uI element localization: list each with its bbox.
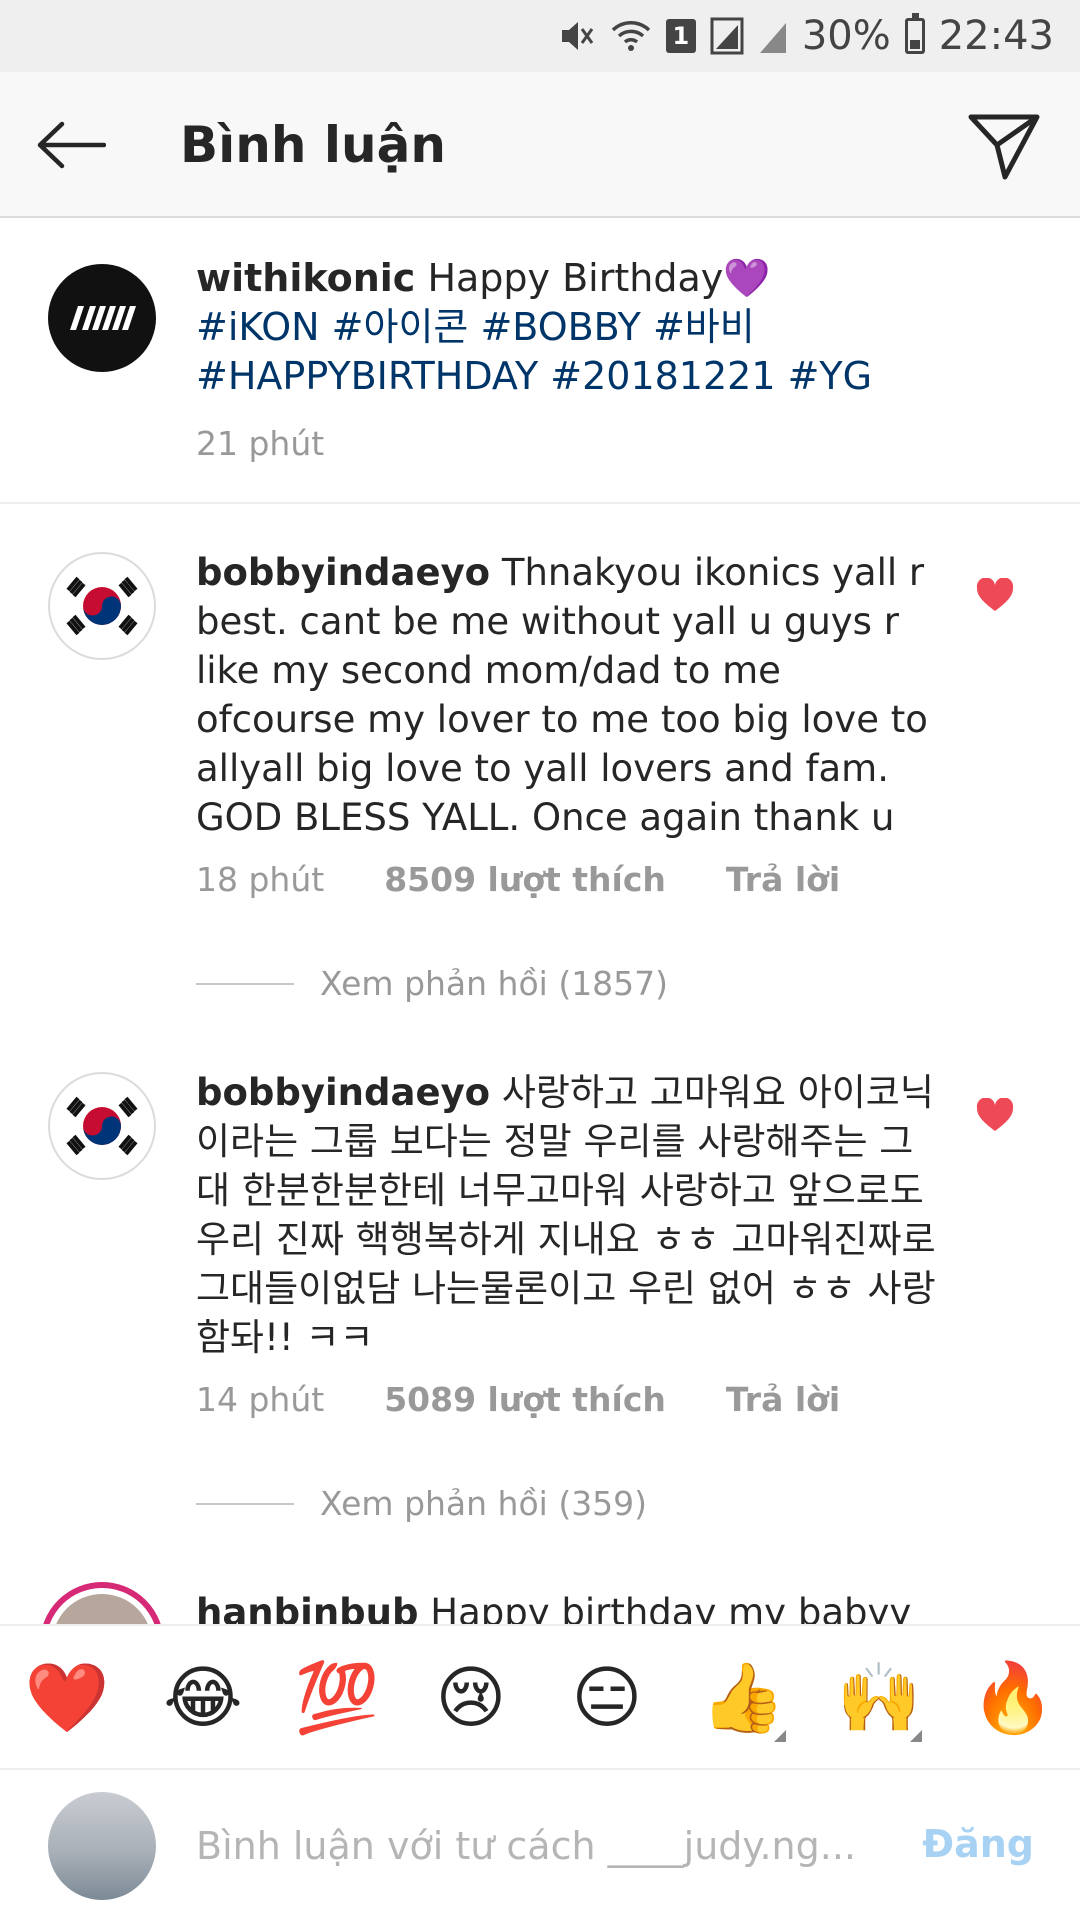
- comment-meta: 18 phút 8509 lượt thích Trả lời: [196, 860, 840, 899]
- divider: [196, 982, 294, 985]
- emoji-raised-hands: 🙌: [836, 1659, 922, 1738]
- comments-screen: 1 30% 22:43 Bình luận withikonic Happy B…: [0, 0, 1080, 1920]
- comment-message: 사랑하고 고마워요 아이코닉 이라는 그룹 보다는 정말 우리를 사랑해주는 그…: [196, 1071, 936, 1359]
- comment-body: bobbyindaeyo 사랑하고 고마워요 아이코닉 이라는 그룹 보다는 정…: [196, 1068, 936, 1362]
- skin-tone-indicator: [774, 1730, 786, 1742]
- clock: 22:43: [938, 13, 1054, 59]
- comment-input-bar: Đăng: [0, 1772, 1080, 1920]
- signal-icon: [710, 17, 744, 55]
- comment-body: bobbyindaeyo Thnakyou ikonics yall r bes…: [196, 548, 936, 842]
- emoji-thumbs-up: 👍: [700, 1659, 786, 1738]
- share-button[interactable]: [964, 108, 1044, 184]
- post-button[interactable]: Đăng: [922, 1822, 1034, 1866]
- page-title: Bình luận: [180, 116, 446, 174]
- wifi-icon: [610, 18, 652, 54]
- korea-flag-icon: [66, 1096, 138, 1156]
- emoji-hundred-button[interactable]: 💯: [294, 1656, 380, 1742]
- signal-icon-2: [758, 17, 788, 55]
- status-bar: 1 30% 22:43: [0, 0, 1080, 72]
- caption-timestamp: 21 phút: [196, 424, 325, 463]
- emoji-quick-bar: ❤️ 😂 💯 😢 😑 👍 🙌 🔥: [0, 1624, 1080, 1770]
- view-replies-button[interactable]: Xem phản hồi (1857): [196, 964, 668, 1003]
- caption-body: withikonic Happy Birthday💜 #iKON #아이콘 #B…: [196, 254, 996, 401]
- post-caption: withikonic Happy Birthday💜 #iKON #아이콘 #B…: [0, 220, 1080, 504]
- emoji-cry-button[interactable]: 😢: [428, 1656, 514, 1742]
- back-arrow-icon: [37, 121, 106, 169]
- reply-button[interactable]: Trả lời: [726, 1380, 840, 1419]
- comment-timestamp: 18 phút: [196, 860, 325, 899]
- avatar[interactable]: [48, 264, 156, 372]
- korea-flag-icon: [66, 576, 138, 636]
- emoji-expressionless-button[interactable]: 😑: [564, 1656, 650, 1742]
- likes-count[interactable]: 8509 lượt thích: [384, 860, 666, 899]
- view-replies-label: Xem phản hồi (1857): [320, 964, 669, 1003]
- liked-heart-icon[interactable]: [976, 1098, 1014, 1132]
- caption-username[interactable]: withikonic: [196, 256, 415, 300]
- sim-icon: 1: [665, 19, 696, 53]
- emoji-laugh-button[interactable]: 😂: [160, 1656, 246, 1742]
- likes-count[interactable]: 5089 lượt thích: [384, 1380, 666, 1419]
- caption-message: Happy Birthday💜: [427, 256, 771, 300]
- comment-message: Thnakyou ikonics yall r best. cant be me…: [196, 551, 928, 839]
- ikon-logo-icon: [70, 306, 136, 330]
- liked-heart-icon[interactable]: [976, 578, 1014, 612]
- avatar[interactable]: [48, 1072, 156, 1180]
- battery-percent: 30%: [801, 13, 891, 59]
- emoji-raised-hands-button[interactable]: 🙌: [836, 1656, 922, 1742]
- comment-username[interactable]: bobbyindaeyo: [196, 1071, 490, 1114]
- back-button[interactable]: [30, 112, 110, 178]
- comment-timestamp: 14 phút: [196, 1380, 325, 1419]
- header: Bình luận: [0, 72, 1080, 218]
- comment-meta: 14 phút 5089 lượt thích Trả lời: [196, 1380, 840, 1419]
- mute-icon: [558, 17, 596, 55]
- caption-hashtags[interactable]: #iKON #아이콘 #BOBBY #바비 #HAPPYBIRTHDAY #20…: [196, 305, 872, 398]
- comment-username[interactable]: bobbyindaeyo: [196, 551, 490, 594]
- battery-icon: [904, 13, 925, 54]
- reply-button[interactable]: Trả lời: [726, 860, 840, 899]
- emoji-thumbs-up-button[interactable]: 👍: [700, 1656, 786, 1742]
- skin-tone-indicator: [910, 1730, 922, 1742]
- current-user-avatar: [48, 1792, 156, 1900]
- emoji-heart-button[interactable]: ❤️: [24, 1656, 110, 1742]
- emoji-fire-button[interactable]: 🔥: [970, 1656, 1056, 1742]
- comment-input[interactable]: [196, 1814, 896, 1878]
- paper-plane-icon: [968, 114, 1040, 180]
- view-replies-label: Xem phản hồi (359): [320, 1484, 648, 1523]
- avatar[interactable]: [48, 552, 156, 660]
- view-replies-button[interactable]: Xem phản hồi (359): [196, 1484, 647, 1523]
- divider: [196, 1502, 294, 1505]
